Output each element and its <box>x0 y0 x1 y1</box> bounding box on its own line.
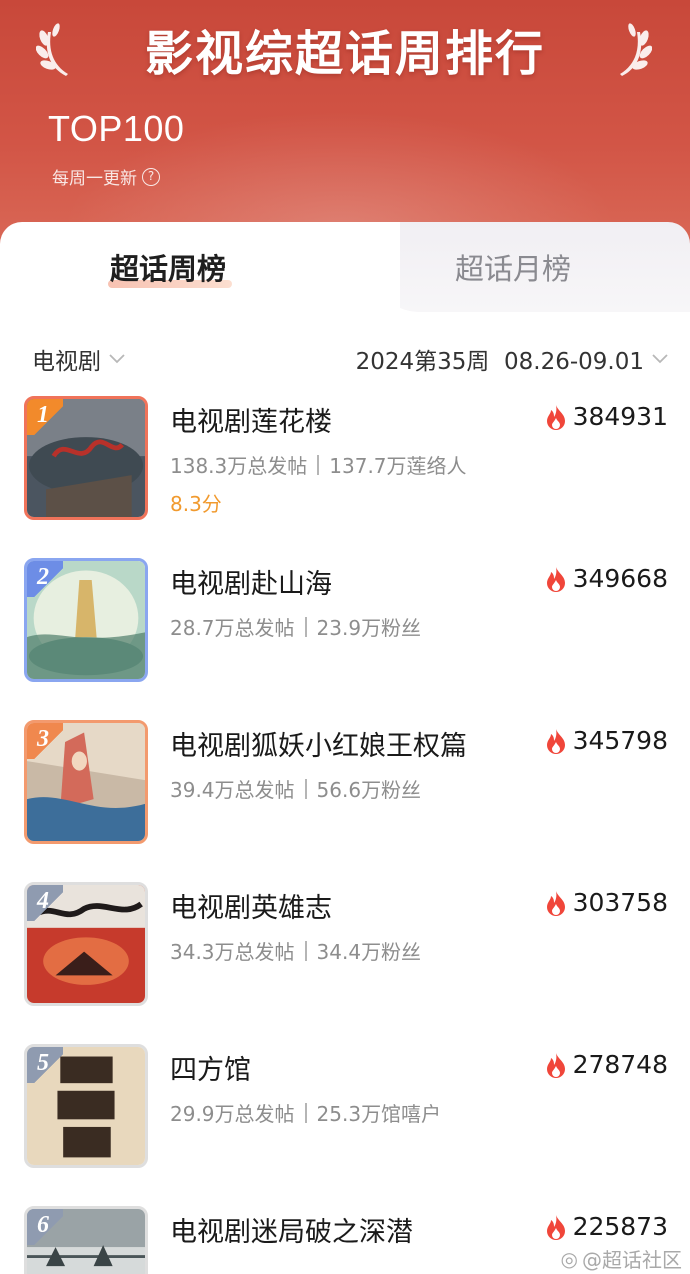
divider <box>304 940 307 961</box>
post-count: 39.4万总发帖 <box>170 778 295 802</box>
fire-icon <box>546 566 565 592</box>
topic-name[interactable]: 电视剧英雄志 <box>170 886 332 925</box>
heat-value: 384931 <box>545 402 668 431</box>
ranking-row[interactable]: 3 电视剧狐妖小红娘王权篇 39.4万总发帖 56.6万粉丝 345798 <box>0 720 690 844</box>
ranking-row[interactable]: 1 电视剧莲花楼 138.3万总发帖 137.7万莲络人 8.3分 384931 <box>0 396 690 520</box>
divider <box>304 616 307 637</box>
post-count: 138.3万总发帖 <box>170 454 308 478</box>
chevron-down-icon <box>109 354 125 364</box>
heat-number: 349668 <box>572 564 668 593</box>
heat-number: 278748 <box>572 1050 668 1079</box>
post-count: 28.7万总发帖 <box>170 616 295 640</box>
rank-badge: 1 <box>27 399 63 435</box>
watermark-text: @超话社区 <box>582 1248 682 1272</box>
heat-value: 303758 <box>545 888 668 917</box>
period-label: 2024第35周 08.26-09.01 <box>355 349 644 375</box>
header-banner: 影视综超话周排行 TOP100 每周一更新 ? <box>0 0 690 260</box>
fire-icon <box>546 1052 565 1078</box>
page-title: 影视综超话周排行 <box>144 26 545 82</box>
fan-count: 25.3万馆嘻户 <box>316 1102 442 1126</box>
post-count: 34.3万总发帖 <box>170 940 295 964</box>
top100-label: TOP100 <box>48 108 185 149</box>
category-dropdown[interactable]: 电视剧 <box>32 342 125 376</box>
fan-count: 137.7万莲络人 <box>329 454 467 478</box>
poster-thumbnail[interactable]: 5 <box>24 1044 148 1168</box>
heat-number: 384931 <box>572 402 668 431</box>
ranking-row[interactable]: 4 电视剧英雄志 34.3万总发帖 34.4万粉丝 303758 <box>0 882 690 1006</box>
tab-curve <box>330 222 420 312</box>
heat-number: 345798 <box>572 726 668 755</box>
tab-monthly[interactable]: 超话月榜 <box>455 246 571 288</box>
heat-value: 225873 <box>545 1212 668 1241</box>
topic-stats: 29.9万总发帖 25.3万馆嘻户 <box>170 1098 441 1127</box>
fire-icon <box>546 404 565 430</box>
poster-thumbnail[interactable]: 4 <box>24 882 148 1006</box>
watermark: ◎ @超话社区 <box>561 1244 682 1273</box>
heat-value: 349668 <box>545 564 668 593</box>
topic-name[interactable]: 电视剧赴山海 <box>170 562 332 601</box>
topic-stats: 34.3万总发帖 34.4万粉丝 <box>170 936 421 965</box>
topic-name[interactable]: 电视剧狐妖小红娘王权篇 <box>170 724 467 763</box>
post-count: 29.9万总发帖 <box>170 1102 295 1126</box>
poster-thumbnail[interactable]: 2 <box>24 558 148 682</box>
ranking-row[interactable]: 5 四方馆 29.9万总发帖 25.3万馆嘻户 278748 <box>0 1044 690 1168</box>
topic-stats: 138.3万总发帖 137.7万莲络人 <box>170 450 467 479</box>
heat-number: 303758 <box>572 888 668 917</box>
fan-count: 23.9万粉丝 <box>316 616 422 640</box>
chevron-down-icon <box>652 354 668 364</box>
divider <box>304 1102 307 1123</box>
tab-weekly[interactable]: 超话周榜 <box>110 246 226 288</box>
fire-icon <box>546 890 565 916</box>
update-note[interactable]: 每周一更新 ? <box>52 164 160 189</box>
filter-row: 电视剧 2024第35周 08.26-09.01 <box>0 336 690 380</box>
laurel-icon <box>620 23 652 76</box>
fire-icon <box>546 728 565 754</box>
poster-thumbnail[interactable]: 3 <box>24 720 148 844</box>
poster-thumbnail[interactable]: 6 <box>24 1206 148 1274</box>
fan-count: 56.6万粉丝 <box>316 778 422 802</box>
heat-value: 278748 <box>545 1050 668 1079</box>
ranking-row[interactable]: 2 电视剧赴山海 28.7万总发帖 23.9万粉丝 349668 <box>0 558 690 682</box>
rank-badge: 2 <box>27 561 63 597</box>
poster-thumbnail[interactable]: 1 <box>24 396 148 520</box>
topic-stats: 39.4万总发帖 56.6万粉丝 <box>170 774 421 803</box>
heat-value: 345798 <box>545 726 668 755</box>
category-label: 电视剧 <box>32 349 101 375</box>
question-circle-icon[interactable]: ? <box>142 167 160 186</box>
rank-badge: 3 <box>27 723 63 759</box>
divider <box>304 778 307 799</box>
rank-badge: 6 <box>27 1209 63 1245</box>
period-dropdown[interactable]: 2024第35周 08.26-09.01 <box>356 342 668 376</box>
heat-number: 225873 <box>572 1212 668 1241</box>
topic-name[interactable]: 电视剧莲花楼 <box>170 400 332 439</box>
divider <box>317 454 320 475</box>
topic-name[interactable]: 电视剧迷局破之深潜 <box>170 1210 413 1249</box>
topic-stats: 28.7万总发帖 23.9万粉丝 <box>170 612 421 641</box>
weibo-icon: ◎ <box>560 1246 578 1271</box>
fan-count: 34.4万粉丝 <box>316 940 422 964</box>
rank-badge: 5 <box>27 1047 63 1083</box>
update-note-text: 每周一更新 <box>52 169 137 189</box>
rank-badge: 4 <box>27 885 63 921</box>
fire-icon <box>546 1214 565 1240</box>
rating-score: 8.3分 <box>170 492 222 516</box>
ranking-tabs: 超话周榜 超话月榜 <box>0 222 690 312</box>
topic-name[interactable]: 四方馆 <box>170 1048 251 1087</box>
